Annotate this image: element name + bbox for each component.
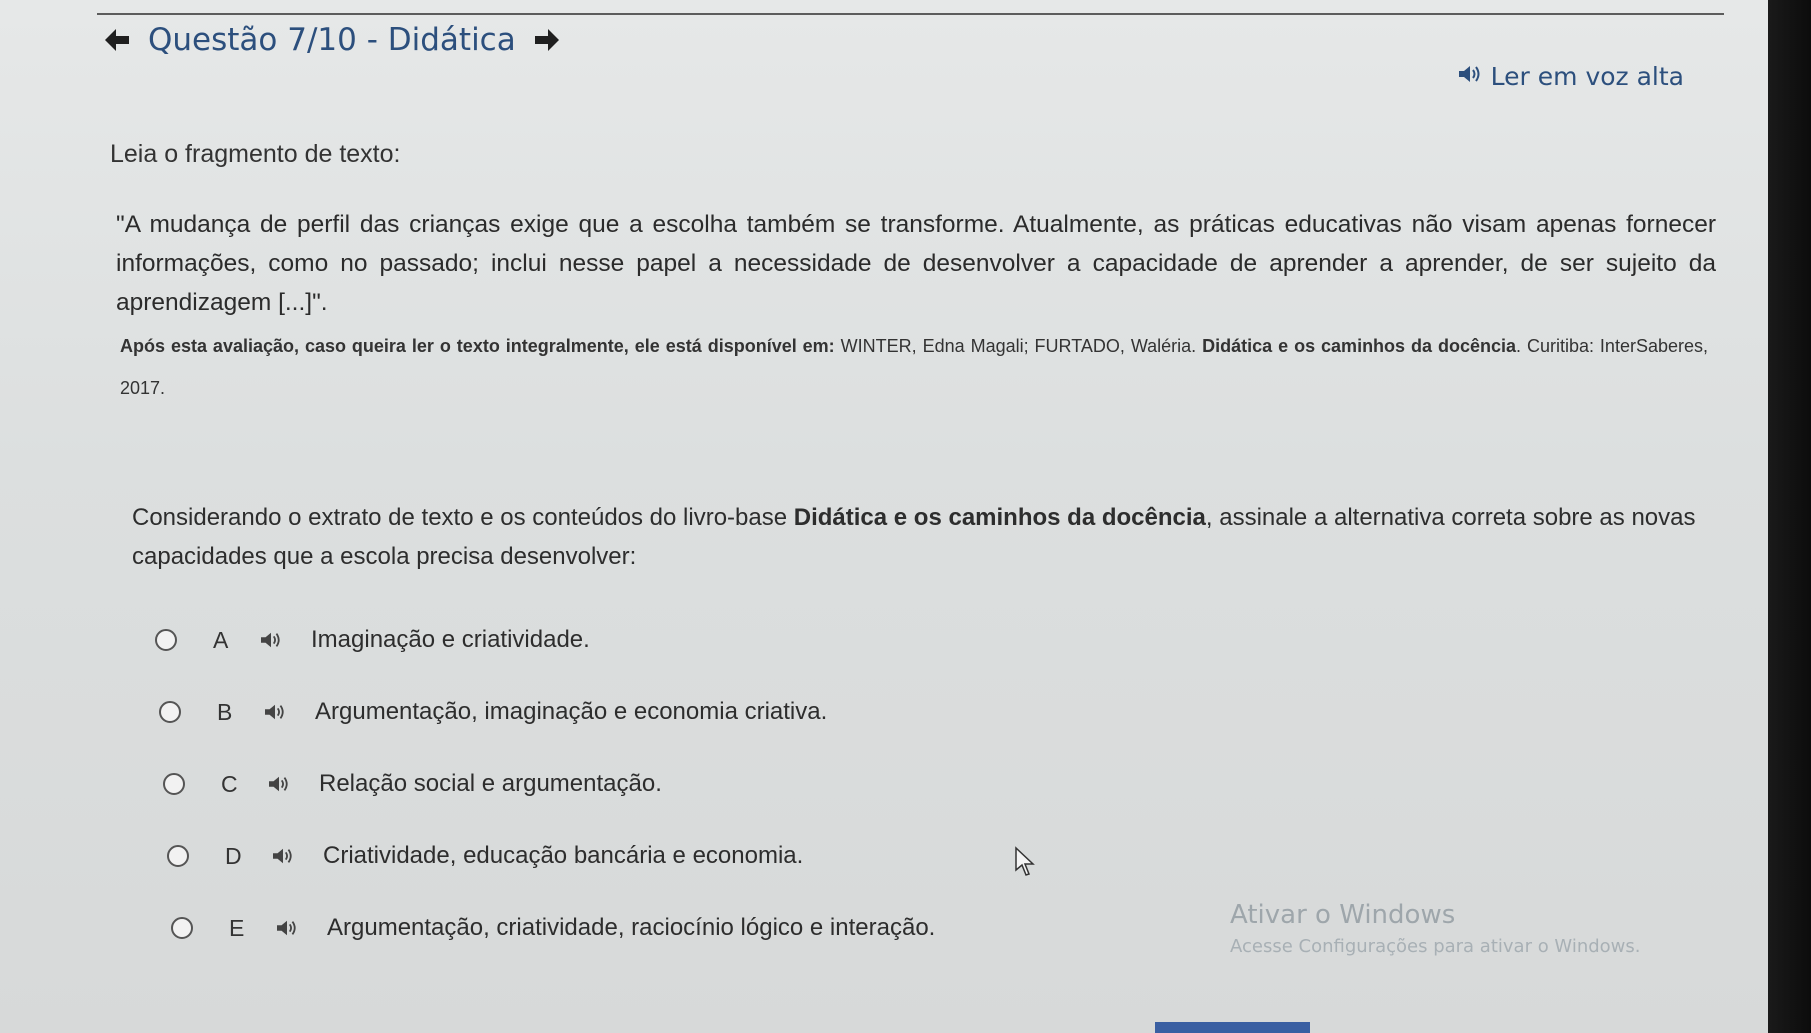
read-aloud-button[interactable]: Ler em voz alta — [1457, 62, 1684, 91]
read-aloud-label: Ler em voz alta — [1490, 62, 1684, 91]
alternative-letter: A — [213, 626, 229, 653]
radio-button[interactable] — [163, 773, 185, 795]
alternative-letter: B — [217, 698, 233, 725]
alternative-letter: C — [221, 770, 238, 797]
statement-book-title: Didática e os caminhos da docência — [793, 504, 1206, 531]
question-intro: Leia o fragmento de texto: — [110, 140, 401, 168]
radio-button[interactable] — [167, 845, 189, 867]
statement-start: Considerando o extrato de texto e os con… — [132, 504, 794, 531]
radio-button[interactable] — [159, 701, 181, 723]
source-note: Após esta avaliação, caso queira ler o t… — [120, 336, 835, 356]
arrow-left-icon[interactable] — [100, 23, 134, 57]
alternative-text: Argumentação, imaginação e economia cria… — [315, 698, 828, 725]
question-statement: Considerando o extrato de texto e os con… — [132, 498, 1702, 576]
alternative-e[interactable]: E Argumentação, criatividade, raciocínio… — [171, 910, 1155, 946]
alternative-text: Imaginação e criatividade. — [311, 626, 590, 653]
alternative-text: Relação social e argumentação. — [319, 770, 662, 797]
screen: Questão 7/10 - Didática Ler em voz alta … — [0, 0, 1789, 1033]
windows-activation-subtitle: Acesse Configurações para ativar o Windo… — [1230, 936, 1641, 957]
windows-activation-title: Ativar o Windows — [1230, 900, 1456, 930]
source-book-title: Didática e os caminhos da docência — [1202, 336, 1516, 356]
arrow-right-icon[interactable] — [530, 23, 564, 57]
mouse-cursor-icon — [1015, 846, 1035, 876]
speaker-icon — [1457, 62, 1483, 91]
alternative-c[interactable]: C Relação social e argumentação. — [163, 766, 1155, 802]
text-fragment: "A mudança de perfil das crianças exige … — [116, 211, 1716, 316]
question-header: Questão 7/10 - Didática — [100, 18, 564, 62]
speaker-icon[interactable] — [259, 630, 283, 650]
radio-button[interactable] — [155, 629, 177, 651]
alternative-b[interactable]: B Argumentação, imaginação e economia cr… — [159, 694, 1155, 730]
alternative-text: Criatividade, educação bancária e econom… — [323, 842, 804, 869]
alternatives-list: A Imaginação e criatividade. B Argumenta… — [155, 622, 1155, 982]
speaker-icon[interactable] — [275, 918, 299, 938]
speaker-icon[interactable] — [263, 702, 287, 722]
taskbar-highlight — [1155, 1022, 1310, 1033]
alternative-d[interactable]: D Criatividade, educação bancária e econ… — [167, 838, 1155, 874]
radio-button[interactable] — [171, 917, 193, 939]
speaker-icon[interactable] — [271, 846, 295, 866]
alternative-letter: D — [225, 842, 242, 869]
alternative-a[interactable]: A Imaginação e criatividade. — [155, 622, 1155, 658]
alternative-text: Argumentação, criatividade, raciocínio l… — [327, 914, 936, 941]
source-authors: WINTER, Edna Magali; FURTADO, Waléria. — [834, 336, 1203, 356]
top-divider — [97, 13, 1724, 15]
source-reference: Após esta avaliação, caso queira ler o t… — [120, 325, 1708, 409]
speaker-icon[interactable] — [267, 774, 291, 794]
monitor-bezel — [1768, 0, 1811, 1033]
alternative-letter: E — [229, 914, 245, 941]
page-title: Questão 7/10 - Didática — [148, 22, 516, 58]
